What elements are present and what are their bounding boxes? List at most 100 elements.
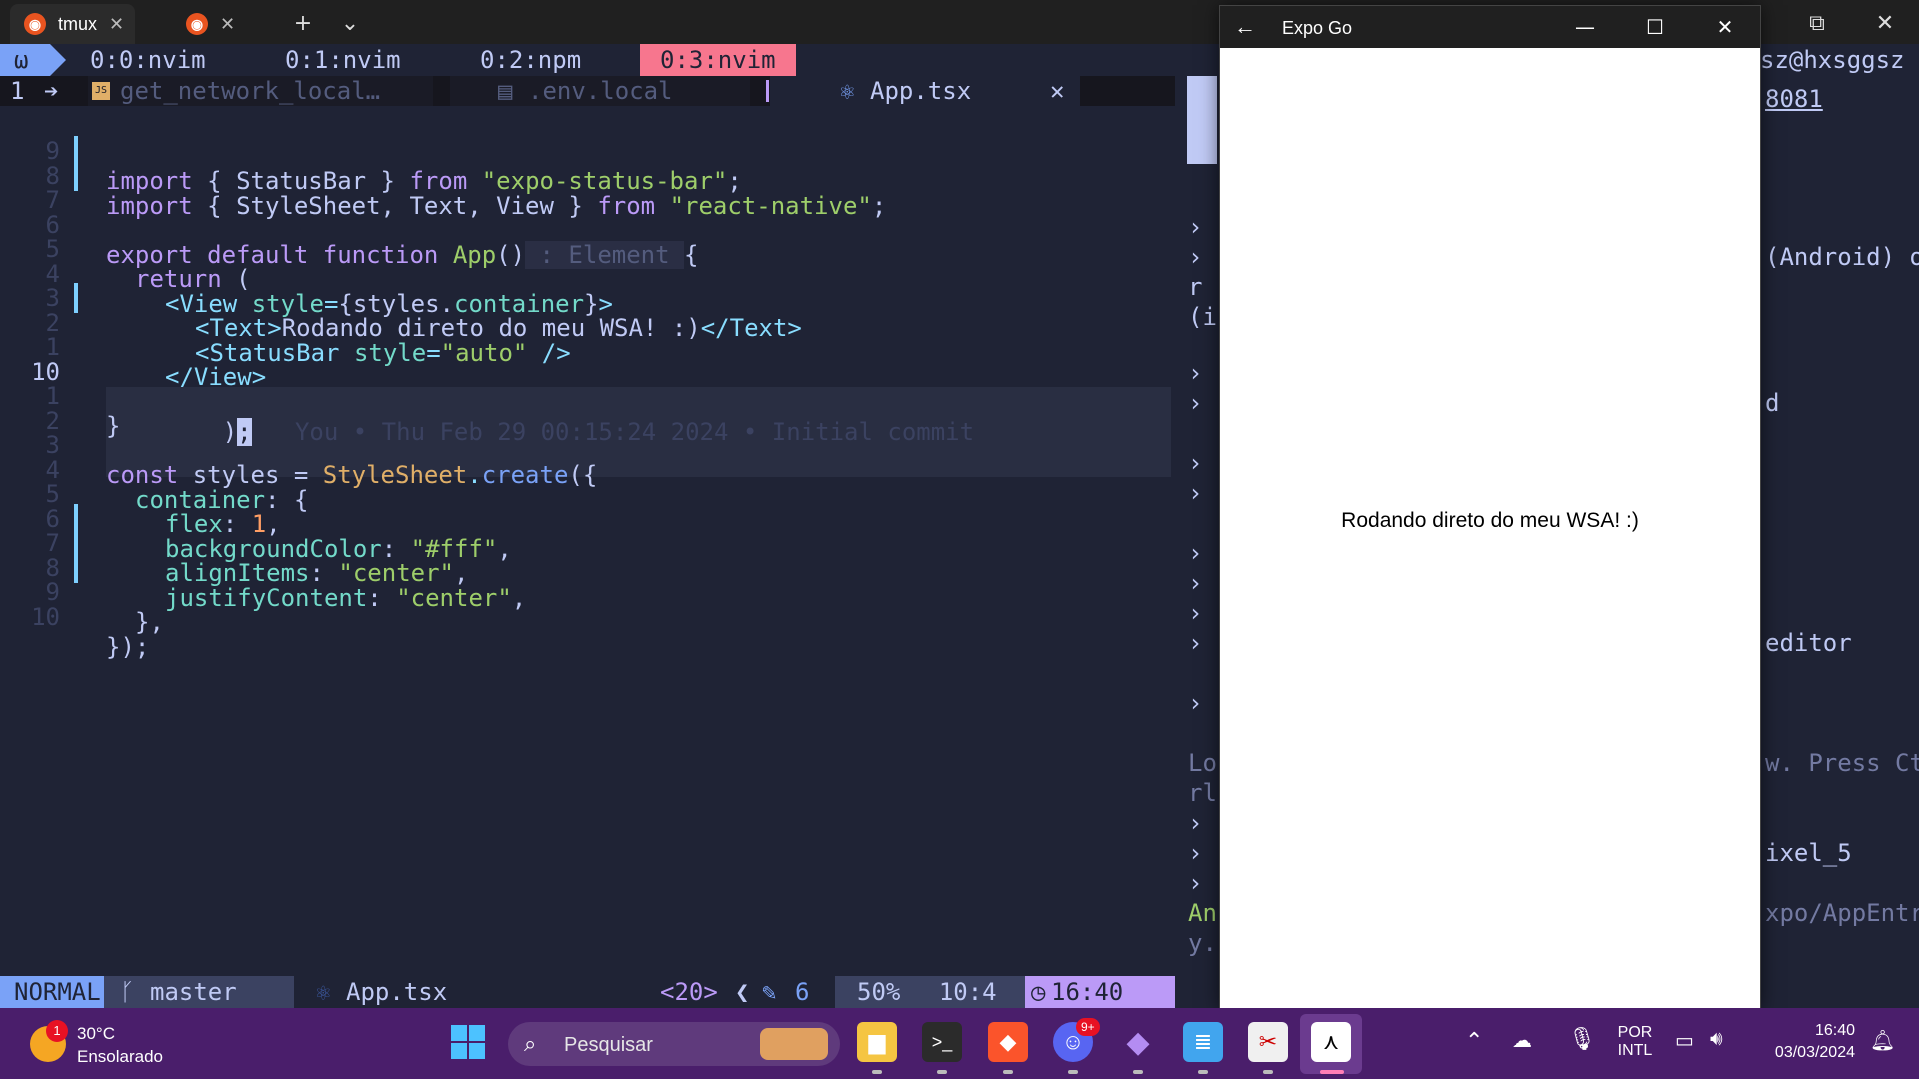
start-button[interactable] xyxy=(448,1022,488,1062)
search-box[interactable]: ⌕ Pesquisar xyxy=(508,1022,840,1066)
terminal-tab-2[interactable]: ◉ ✕ xyxy=(172,4,262,44)
right-pane-line-right: ixel_5 xyxy=(1765,839,1852,867)
file-icon: ▤ xyxy=(498,77,513,105)
discord-badge: 9+ xyxy=(1076,1018,1100,1036)
tmux-user-host: sz@hxsggsz xyxy=(1760,46,1905,74)
right-pane-line-left: › xyxy=(1188,599,1203,627)
snipping-tool-icon[interactable]: ✂ xyxy=(1248,1022,1288,1062)
clock-date: 03/03/2024 xyxy=(1774,1044,1855,1061)
close-icon[interactable]: ✕ xyxy=(1690,6,1760,48)
back-arrow-icon[interactable]: ← xyxy=(1234,14,1256,40)
right-pane-line-left: › xyxy=(1188,243,1203,271)
right-pane-line-left: › xyxy=(1188,389,1203,417)
notepad-icon[interactable]: ≣ xyxy=(1183,1022,1223,1062)
system-clock[interactable]: 16:40 03/03/2024 xyxy=(1755,1022,1855,1062)
buffer-label: App.tsx xyxy=(870,77,972,105)
js-file-icon: JS xyxy=(92,82,110,100)
search-placeholder: Pesquisar xyxy=(564,1034,653,1056)
nvim-bufferline: 1 ➔ JS get_network_local… ▤ .env.local ⚛… xyxy=(0,76,1175,106)
maximize-icon[interactable]: ☐ xyxy=(1620,6,1690,48)
new-tab-button[interactable]: + xyxy=(283,6,323,40)
right-pane-line-left: › xyxy=(1188,213,1203,241)
metro-port: 8081 xyxy=(1765,85,1823,113)
cursor-position: 10:4 xyxy=(938,978,997,1006)
right-pane-line-left: rl xyxy=(1188,779,1217,807)
obsidian-icon[interactable]: ◆ xyxy=(1118,1022,1158,1062)
right-pane-line-left: › xyxy=(1188,839,1203,867)
buffer-get-network-local[interactable]: JS get_network_local… xyxy=(88,76,433,106)
right-pane-line-right: editor xyxy=(1765,629,1852,657)
running-indicator xyxy=(1198,1070,1208,1074)
chevron-left-icon: ❮ xyxy=(735,978,750,1006)
expo-go-taskbar-icon[interactable]: ⋏ xyxy=(1311,1022,1351,1062)
weather-badge: 1 xyxy=(46,1020,68,1042)
tmux-window-2[interactable]: 0:2:npm xyxy=(480,44,581,76)
react-icon: ⚛ xyxy=(316,978,331,1006)
git-branch: ᚴ master xyxy=(104,976,294,1008)
ubuntu-icon: ◉ xyxy=(24,13,46,35)
right-pane-line-right: xpo/AppEntr xyxy=(1765,899,1919,927)
nvim-editor[interactable]: 9 import { StatusBar } from "expo-status… xyxy=(0,106,1175,976)
git-branch-icon: ᚴ xyxy=(120,978,135,1006)
minimize-icon[interactable]: — xyxy=(1550,6,1620,48)
search-icon: ⌕ xyxy=(524,1031,537,1056)
terminal-icon[interactable]: >_ xyxy=(922,1022,962,1062)
right-pane-line-left: r xyxy=(1188,273,1203,301)
right-pane-line-left: y. xyxy=(1188,929,1217,957)
volume-icon[interactable]: 🔊︎ xyxy=(1710,1028,1723,1051)
buffer-app-tsx-active[interactable]: ⚛ App.tsx ✕ xyxy=(770,76,1080,106)
diagnostics-count: <20> xyxy=(660,978,718,1006)
tab-label: tmux xyxy=(58,13,98,34)
active-indicator xyxy=(1320,1070,1344,1074)
pencil-icon: ✎ xyxy=(762,978,777,1006)
onedrive-icon[interactable]: ☁ xyxy=(1512,1028,1532,1053)
language-indicator[interactable]: POR INTL xyxy=(1613,1024,1657,1060)
ubuntu-icon: ◉ xyxy=(186,13,208,35)
file-name: ⚛ App.tsx xyxy=(310,976,447,1008)
tab-number: 1 xyxy=(10,76,40,106)
buffer-env-local[interactable]: ▤ .env.local xyxy=(450,76,750,106)
running-indicator xyxy=(1068,1070,1078,1074)
right-pane-line-left: › xyxy=(1188,689,1203,717)
clock: ◷ 16:40 xyxy=(1025,976,1175,1008)
buffer-label: .env.local xyxy=(528,77,673,105)
git-branch-label: master xyxy=(150,978,237,1006)
close-tab-icon[interactable]: ✕ xyxy=(109,14,124,35)
microphone-icon[interactable]: 🎙︎ xyxy=(1568,1026,1596,1052)
right-pane-line-right: d xyxy=(1765,389,1780,417)
right-pane-line-left: › xyxy=(1188,569,1203,597)
right-pane-line-left: › xyxy=(1188,359,1203,387)
running-indicator xyxy=(937,1070,947,1074)
tmux-window-0[interactable]: 0:0:nvim xyxy=(90,44,206,76)
network-icon[interactable]: ▭ xyxy=(1675,1028,1694,1053)
running-indicator xyxy=(1003,1070,1013,1074)
weather-desc[interactable]: Ensolarado xyxy=(77,1047,163,1067)
close-buffer-icon[interactable]: ✕ xyxy=(1050,76,1064,106)
buffer-label: get_network_local… xyxy=(120,77,381,105)
expo-go-window[interactable]: ← Expo Go — ☐ ✕ Rodando direto do meu WS… xyxy=(1219,5,1761,1010)
back-arrow-icon[interactable]: ➔ xyxy=(44,76,74,106)
buffer-separator xyxy=(766,80,769,102)
clock-icon: ◷ xyxy=(1031,978,1046,1006)
code-line: 10 }); xyxy=(0,572,1175,661)
right-pane-line-right: (Android) o xyxy=(1765,243,1919,271)
brave-browser-icon[interactable]: ◆ xyxy=(988,1022,1028,1062)
chevron-up-icon[interactable]: ⌃ xyxy=(1465,1028,1483,1054)
file-explorer-icon[interactable]: ▆ xyxy=(857,1022,897,1062)
right-pane-line-left: › xyxy=(1188,629,1203,657)
tab-dropdown-icon[interactable]: ⌄ xyxy=(330,6,370,40)
terminal-tab-tmux[interactable]: ◉ tmux ✕ xyxy=(10,4,135,44)
language-code: POR xyxy=(1617,1024,1653,1041)
react-icon: ⚛ xyxy=(840,77,855,105)
modified-count: 6 xyxy=(795,978,810,1006)
weather-temp[interactable]: 30°C xyxy=(77,1024,115,1044)
scroll-percent: 50% xyxy=(857,978,901,1006)
close-tab-icon[interactable]: ✕ xyxy=(220,14,235,35)
close-window-icon[interactable]: ✕ xyxy=(1865,6,1905,40)
tmux-session: ω xyxy=(0,44,66,76)
notification-bell-icon[interactable]: 🔔︎ xyxy=(1870,1028,1895,1053)
running-indicator xyxy=(1263,1070,1273,1074)
tmux-window-3-active[interactable]: 0:3:nvim xyxy=(640,44,796,76)
restore-window-icon[interactable]: ⧉ xyxy=(1797,6,1837,40)
tmux-window-1[interactable]: 0:1:nvim xyxy=(285,44,401,76)
